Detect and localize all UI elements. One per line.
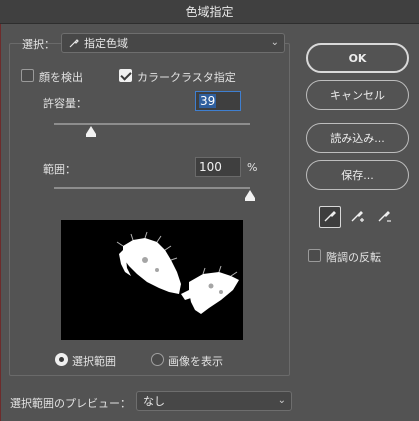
eyedropper-icon — [68, 37, 80, 49]
invert-checkbox[interactable] — [308, 249, 321, 262]
window-title: 色域指定 — [0, 0, 419, 24]
eyedropper-subtract-icon — [376, 208, 392, 227]
range-input[interactable]: 100 — [195, 157, 241, 177]
fuzziness-label: 許容量： — [43, 97, 87, 110]
eyedropper-icon — [322, 208, 338, 227]
selection-preview-dropdown[interactable]: なし ⌄ — [136, 391, 292, 411]
range-value: 100 — [199, 160, 222, 174]
select-dropdown[interactable]: 指定色域 ⌄ — [61, 33, 285, 53]
select-value: 指定色域 — [84, 37, 128, 50]
color-cluster-label: カラークラスタ指定 — [137, 71, 236, 84]
chevron-down-icon: ⌄ — [270, 37, 279, 48]
view-image-label: 画像を表示 — [168, 355, 223, 368]
face-detect-label: 顔を検出 — [39, 71, 83, 84]
fuzziness-value: 39 — [199, 94, 217, 108]
range-slider-thumb[interactable] — [245, 190, 255, 201]
fuzziness-input[interactable]: 39 — [195, 91, 241, 111]
view-selection-radio[interactable] — [55, 353, 68, 366]
range-unit: % — [247, 161, 258, 174]
range-slider-track[interactable] — [54, 187, 250, 189]
face-detect-checkbox[interactable] — [21, 69, 34, 82]
save-button[interactable]: 保存... — [306, 160, 409, 190]
cancel-button[interactable]: キャンセル — [306, 80, 409, 110]
eyedropper-tool[interactable] — [319, 206, 341, 228]
range-label: 範囲： — [43, 163, 76, 176]
selection-preview — [61, 220, 243, 340]
select-label: 選択： — [22, 38, 55, 51]
eyedropper-subtract-tool[interactable] — [373, 206, 395, 228]
selection-preview-label: 選択範囲のプレビュー： — [10, 397, 131, 410]
eyedropper-add-icon — [349, 208, 365, 227]
window-edge — [0, 24, 1, 421]
fuzziness-slider-thumb[interactable] — [86, 126, 97, 137]
invert-label: 階調の反転 — [326, 251, 381, 264]
color-cluster-checkbox[interactable] — [119, 69, 132, 82]
selection-preview-value: なし — [143, 395, 165, 408]
selection-mask-image — [116, 231, 239, 314]
chevron-down-icon: ⌄ — [277, 395, 286, 406]
view-image-radio[interactable] — [151, 353, 164, 366]
fuzziness-slider-track[interactable] — [54, 123, 250, 125]
ok-button[interactable]: OK — [306, 43, 409, 73]
eyedropper-add-tool[interactable] — [346, 206, 368, 228]
load-button[interactable]: 読み込み... — [306, 123, 409, 153]
view-selection-label: 選択範囲 — [72, 355, 116, 368]
